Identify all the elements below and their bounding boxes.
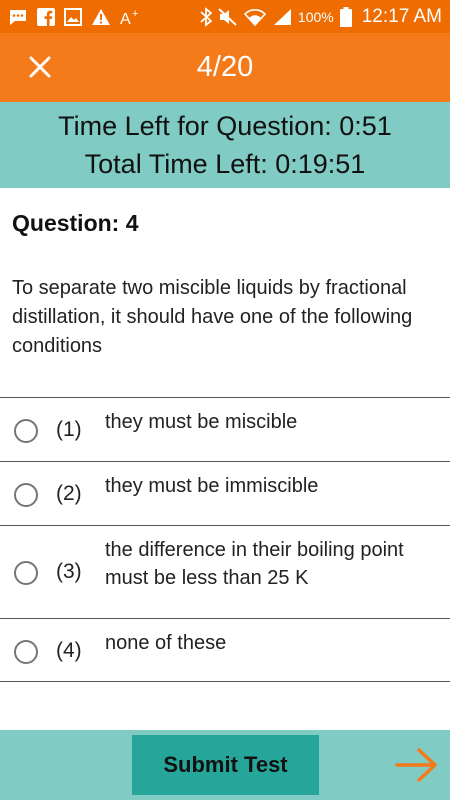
close-button[interactable] [20, 47, 60, 87]
warning-icon [91, 8, 111, 26]
status-time: 12:17 AM [361, 5, 442, 27]
messages-icon [8, 8, 28, 26]
bluetooth-icon [200, 6, 212, 27]
answer-options: (1) they must be miscible (2) they must … [0, 397, 450, 682]
next-question-button[interactable] [393, 742, 441, 788]
option-number: (4) [56, 639, 82, 662]
gallery-icon [64, 7, 82, 26]
timer-panel: Time Left for Question: 0:51 Total Time … [0, 102, 450, 188]
signal-icon [272, 8, 292, 26]
option-text: they must be immiscible [105, 475, 319, 497]
font-size-icon: A + [120, 8, 142, 26]
svg-text:+: + [132, 8, 138, 20]
mute-icon [218, 7, 238, 26]
option-2[interactable]: (2) they must be immiscible [0, 462, 450, 526]
option-3[interactable]: (3) the difference in their boiling poin… [0, 526, 450, 619]
option-text: the difference in their boiling point mu… [105, 539, 404, 589]
question-text: To separate two miscible liquids by frac… [12, 277, 413, 357]
question-progress: 4/20 [196, 51, 254, 83]
facebook-icon [37, 7, 55, 26]
submit-test-button[interactable]: Submit Test [132, 735, 319, 795]
close-icon [29, 56, 51, 78]
status-bar: A + 100% 12:17 AM [0, 0, 450, 33]
wifi-icon [243, 8, 266, 26]
option-text: none of these [105, 632, 227, 654]
question-time-left: Time Left for Question: 0:51 [58, 111, 392, 141]
radio-button[interactable] [14, 640, 38, 664]
battery-percent: 100% [297, 8, 334, 25]
svg-text:A: A [120, 11, 131, 26]
option-4[interactable]: (4) none of these [0, 619, 450, 682]
radio-button[interactable] [14, 419, 38, 443]
option-number: (2) [56, 482, 82, 505]
app-bar: 4/20 [0, 33, 450, 102]
radio-button[interactable] [14, 483, 38, 507]
bottom-bar: Submit Test [0, 730, 450, 800]
arrow-right-icon [395, 748, 437, 782]
option-1[interactable]: (1) they must be miscible [0, 398, 450, 462]
option-number: (3) [56, 560, 82, 583]
option-text: they must be miscible [105, 411, 298, 433]
radio-button[interactable] [14, 561, 38, 585]
battery-icon [339, 6, 352, 27]
question-heading: Question: 4 [12, 210, 139, 236]
total-time-left: Total Time Left: 0:19:51 [84, 149, 366, 179]
option-number: (1) [56, 418, 82, 441]
